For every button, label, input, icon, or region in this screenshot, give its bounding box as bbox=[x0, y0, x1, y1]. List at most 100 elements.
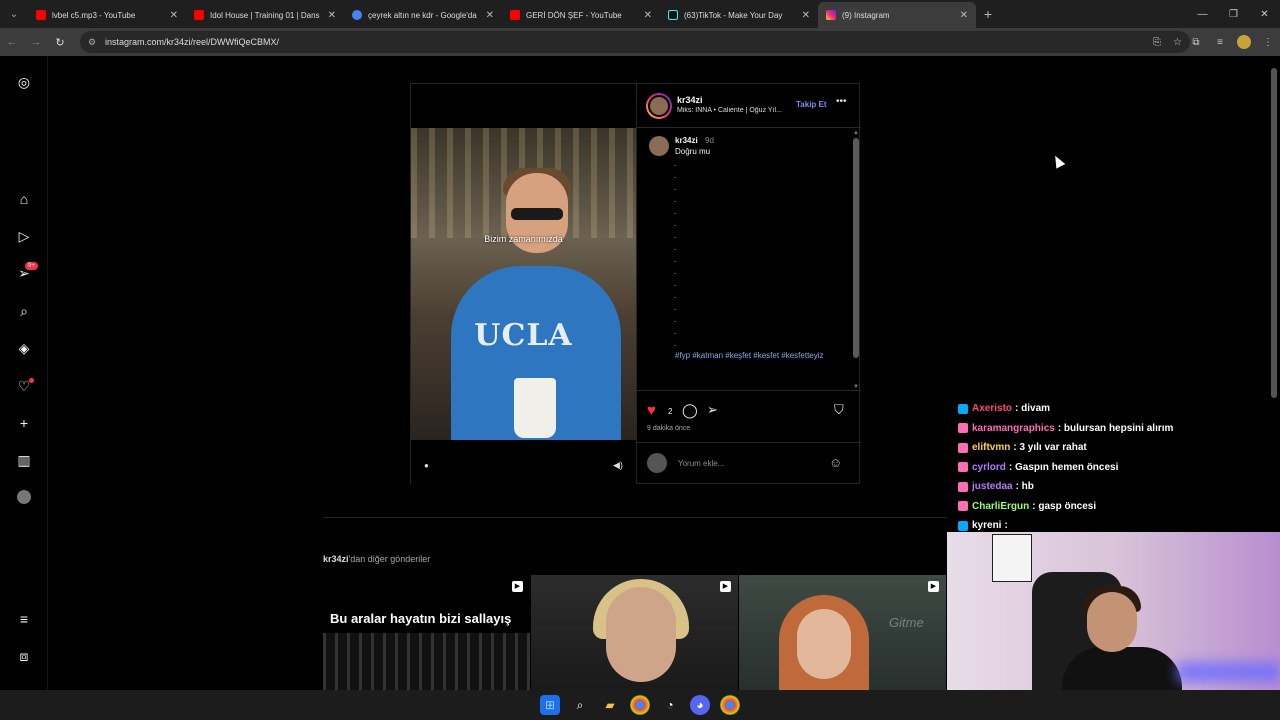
home-icon[interactable]: ⌂ bbox=[14, 189, 34, 209]
search-icon[interactable]: ⌕ bbox=[570, 695, 590, 715]
chrome-icon[interactable] bbox=[630, 695, 650, 715]
tab-title: çeyrek altın ne kdr - Google'da bbox=[368, 10, 477, 20]
instagram-logo-icon[interactable]: ◎ bbox=[14, 72, 34, 92]
profile-avatar[interactable] bbox=[14, 487, 34, 507]
browser-toolbar: ← → ↻ ⚙ instagram.com/kr34zi/reel/DWWfiQ… bbox=[0, 28, 1280, 56]
tab-youtube-3[interactable]: GERİ DÖN ŞEF - YouTube ✕ bbox=[502, 2, 660, 28]
minimize-icon[interactable]: — bbox=[1187, 9, 1218, 20]
author-avatar[interactable] bbox=[646, 93, 672, 119]
more-posts-suffix: 'dan diğer gönderiler bbox=[348, 554, 431, 564]
author-username[interactable]: kr34zi bbox=[677, 95, 703, 105]
caption-dot: . bbox=[674, 291, 677, 300]
tagged-users-icon[interactable]: ● bbox=[424, 461, 433, 470]
new-tab-button[interactable]: + bbox=[976, 6, 1000, 22]
post-actions: ♥ 2 ◯ ➢ ⛉ 9 dakika önce bbox=[637, 390, 861, 440]
caption-dot: . bbox=[674, 255, 677, 264]
my-avatar bbox=[647, 453, 667, 473]
tab-tiktok[interactable]: (63)TikTok - Make Your Day ✕ bbox=[660, 2, 818, 28]
tab-google[interactable]: çeyrek altın ne kdr - Google'da ✕ bbox=[344, 2, 502, 28]
chat-badge-icon bbox=[958, 481, 968, 492]
chat-message: eliftvmn: 3 yılı var rahat bbox=[958, 438, 1280, 458]
close-icon[interactable]: ✕ bbox=[960, 10, 968, 21]
explore-icon[interactable]: ◈ bbox=[14, 338, 34, 358]
install-icon[interactable]: ⎘ bbox=[1153, 37, 1161, 48]
address-bar[interactable]: ⚙ instagram.com/kr34zi/reel/DWWfiQeCBMX/… bbox=[80, 31, 1190, 53]
emoji-icon[interactable]: ☺ bbox=[829, 455, 842, 470]
comment-avatar[interactable] bbox=[649, 136, 669, 156]
post-details: kr34zi Miks: INNA • Caliente | Oğuz Yıl.… bbox=[636, 84, 861, 484]
profile-avatar[interactable] bbox=[1237, 35, 1251, 49]
file-explorer-icon[interactable]: ▰ bbox=[600, 695, 620, 715]
tab-search-button[interactable]: ⌄ bbox=[0, 0, 28, 28]
caption-dot: . bbox=[674, 195, 677, 204]
extensions-icon[interactable]: ⧉ bbox=[1184, 37, 1208, 48]
bookmark-star-icon[interactable]: ☆ bbox=[1173, 37, 1182, 48]
caption-dot: . bbox=[674, 219, 677, 228]
start-icon[interactable]: ⊞ bbox=[540, 695, 560, 715]
caption-dot: . bbox=[674, 183, 677, 192]
more-post-thumbnail-3[interactable]: Gitme ▶ bbox=[739, 575, 946, 690]
video-frame[interactable]: UCLA Bizim zamanımızda bbox=[411, 128, 636, 440]
chat-message: Axeristo: divam bbox=[958, 399, 1280, 419]
more-post-thumbnail-1[interactable]: Bu aralar hayatın bizi sallayış ▶ bbox=[323, 575, 530, 690]
caption-dot: . bbox=[674, 231, 677, 240]
sound-icon[interactable]: ◀) bbox=[613, 460, 623, 471]
youtube-icon bbox=[36, 10, 46, 20]
share-icon[interactable]: ➢ bbox=[707, 402, 718, 418]
caption-dot: . bbox=[674, 303, 677, 312]
chat-message: karamangraphics: bulursan hepsini alırım bbox=[958, 419, 1280, 439]
google-icon bbox=[352, 10, 362, 20]
reel-video[interactable]: UCLA Bizim zamanımızda ● ◀) bbox=[411, 84, 636, 484]
comment-icon[interactable]: ◯ bbox=[682, 402, 698, 419]
search-icon[interactable]: ⌕ bbox=[14, 301, 34, 321]
dashboard-icon[interactable]: ▥ bbox=[14, 450, 34, 470]
menu-icon[interactable]: ⋮ bbox=[1256, 37, 1280, 48]
like-count[interactable]: 2 bbox=[668, 407, 672, 416]
comment-input[interactable]: Yorum ekle... bbox=[678, 459, 724, 468]
close-icon[interactable]: ✕ bbox=[328, 10, 336, 21]
browser-tab-bar: ⌄ lvbel c5.mp3 - YouTube ✕ Idol House | … bbox=[0, 0, 1280, 28]
close-icon[interactable]: ✕ bbox=[170, 10, 178, 21]
bookmark-icon[interactable]: ⛉ bbox=[834, 402, 844, 418]
site-settings-icon[interactable]: ⚙ bbox=[88, 37, 98, 47]
tab-instagram[interactable]: (9) Instagram ✕ bbox=[818, 2, 976, 28]
close-window-icon[interactable]: ✕ bbox=[1249, 9, 1280, 20]
create-icon[interactable]: + bbox=[14, 413, 34, 433]
threads-icon[interactable]: ⧈ bbox=[14, 646, 34, 666]
more-post-thumbnail-2[interactable]: ▶ bbox=[531, 575, 738, 690]
restore-icon[interactable]: ❐ bbox=[1218, 9, 1249, 20]
follow-button[interactable]: Takip Et bbox=[796, 100, 827, 109]
chat-text: : gasp öncesi bbox=[1032, 500, 1097, 512]
tab-youtube-1[interactable]: lvbel c5.mp3 - YouTube ✕ bbox=[28, 2, 186, 28]
chat-badge-icon bbox=[958, 462, 968, 473]
more-menu-icon[interactable]: ≡ bbox=[14, 609, 34, 629]
url-text: instagram.com/kr34zi/reel/DWWfiQeCBMX/ bbox=[105, 37, 280, 47]
music-info[interactable]: Miks: INNA • Caliente | Oğuz Yıl... bbox=[677, 107, 797, 114]
more-options-icon[interactable]: ••• bbox=[836, 96, 847, 107]
comment-username[interactable]: kr34zi bbox=[675, 136, 698, 145]
caption-dot: . bbox=[674, 279, 677, 288]
media-icon[interactable]: ≡ bbox=[1208, 37, 1232, 48]
discord-icon[interactable]: ◕ bbox=[690, 695, 710, 715]
chat-text: : hb bbox=[1015, 481, 1034, 493]
chat-username: karamangraphics bbox=[972, 422, 1055, 434]
post-timestamp: 9 dakika önce bbox=[647, 425, 691, 432]
comments-scrollbar[interactable]: ▲ ▼ bbox=[853, 130, 859, 392]
like-heart-icon[interactable]: ♥ bbox=[647, 402, 656, 419]
youtube-icon bbox=[194, 10, 204, 20]
close-icon[interactable]: ✕ bbox=[644, 10, 652, 21]
forward-icon[interactable]: → bbox=[24, 36, 48, 48]
close-icon[interactable]: ✕ bbox=[486, 10, 494, 21]
caption-dot: . bbox=[674, 267, 677, 276]
caption-dot: . bbox=[674, 159, 677, 168]
obs-icon[interactable]: ◔ bbox=[660, 695, 680, 715]
chat-text: : bulursan hepsini alırım bbox=[1057, 422, 1174, 434]
reload-icon[interactable]: ↻ bbox=[48, 36, 72, 49]
more-posts-owner[interactable]: kr34zi bbox=[323, 554, 349, 564]
tab-youtube-2[interactable]: Idol House | Training 01 | Dans ✕ bbox=[186, 2, 344, 28]
back-icon[interactable]: ← bbox=[0, 36, 24, 48]
chrome-icon[interactable] bbox=[720, 695, 740, 715]
reels-icon[interactable]: ▷ bbox=[14, 226, 34, 246]
close-icon[interactable]: ✕ bbox=[802, 10, 810, 21]
hashtags[interactable]: #fyp #katman #keşfet #kesfet #kesfetteyi… bbox=[675, 350, 825, 362]
